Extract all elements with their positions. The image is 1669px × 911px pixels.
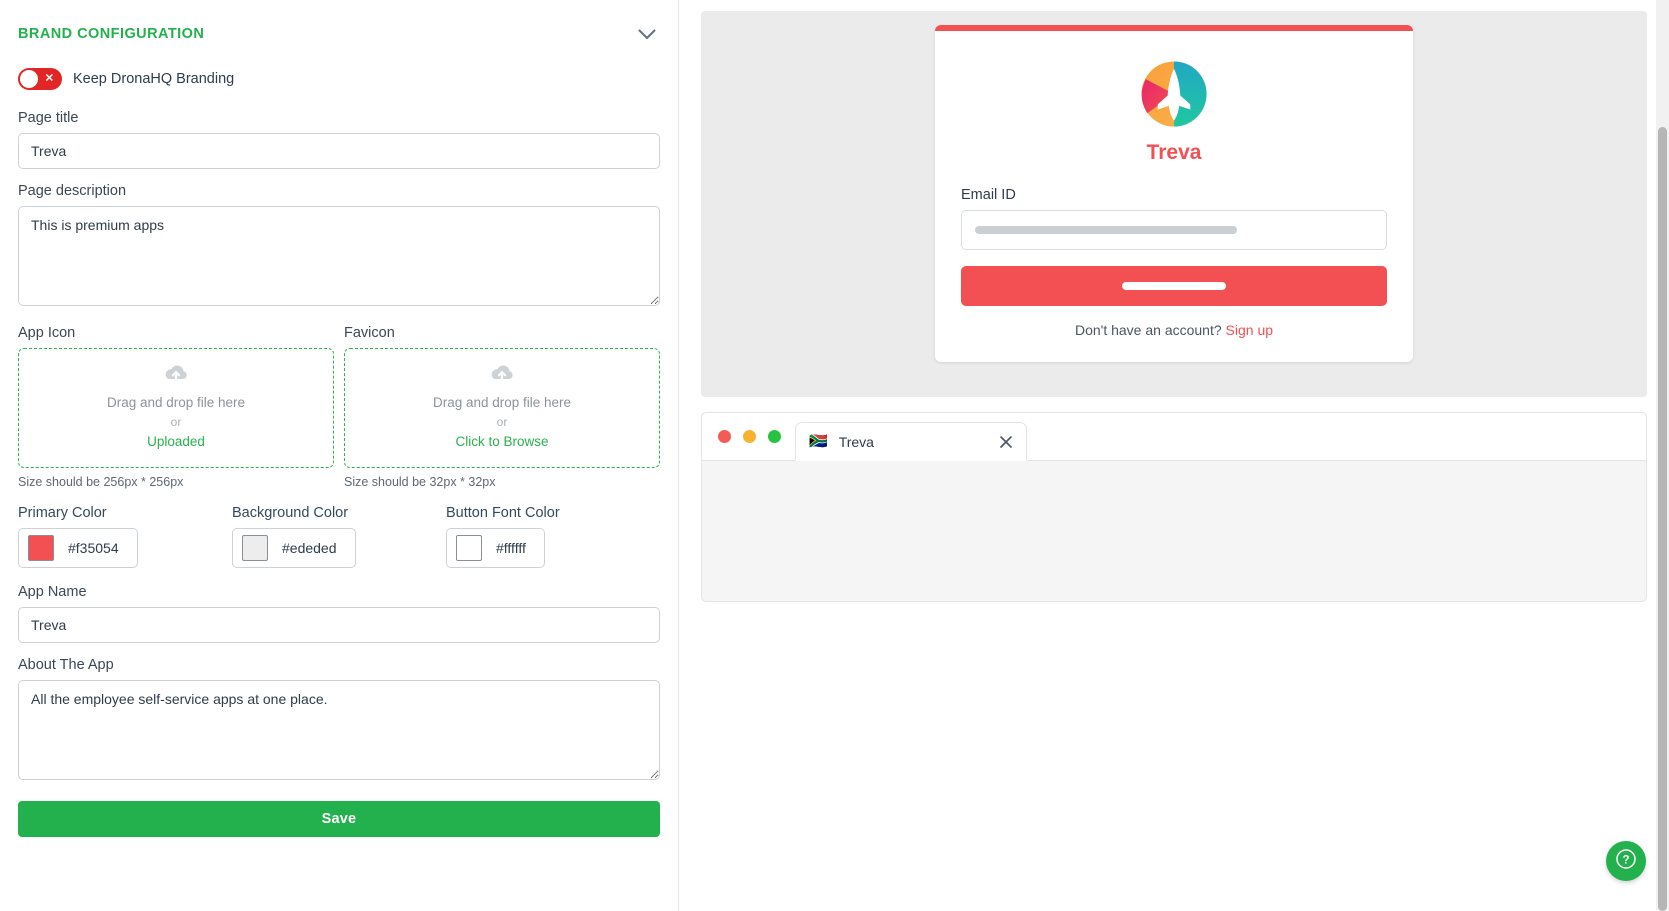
signup-prompt-text: Don't have an account?: [1074, 322, 1222, 338]
about-the-app-label: About The App: [18, 657, 114, 673]
login-card-preview: Treva Email ID Don't have an account? Si…: [935, 25, 1413, 362]
primary-color-swatch: [28, 535, 54, 561]
page-description-textarea[interactable]: [18, 206, 660, 306]
treva-airplane-logo-icon: [1137, 57, 1211, 131]
button-font-color-value: #ffffff: [496, 540, 526, 556]
color-pickers: Primary Color #f35054 Background Color #…: [18, 505, 660, 568]
brand-block: Treva: [961, 57, 1387, 165]
app-icon-dropzone[interactable]: Drag and drop file here or Uploaded: [18, 348, 334, 468]
app-icon-size-hint: Size should be 256px * 256px: [18, 475, 184, 489]
primary-color-picker[interactable]: #f35054: [18, 528, 138, 568]
app-icon-drop-text: Drag and drop file here: [106, 395, 246, 411]
page-description-field: Page description: [18, 183, 660, 311]
button-font-color-picker[interactable]: #ffffff: [446, 528, 545, 568]
button-font-color-swatch: [456, 535, 482, 561]
app-name-input[interactable]: [18, 607, 660, 643]
favicon-dropzone[interactable]: Drag and drop file here or Click to Brow…: [344, 348, 660, 468]
button-font-color-label: Button Font Color: [446, 505, 560, 521]
cloud-upload-icon: [163, 363, 189, 388]
app-icon-upload-group: App Icon Drag and drop file here or Uplo…: [18, 325, 334, 489]
favicon-icon: 🇿🇦: [809, 433, 828, 450]
scrollbar-thumb[interactable]: [1658, 127, 1667, 911]
browser-tab-preview: 🇿🇦 Treva: [701, 412, 1647, 602]
question-mark-icon: ?: [1615, 848, 1637, 875]
submit-label-skeleton: [1122, 282, 1226, 290]
favicon-drop-text: Drag and drop file here: [432, 395, 572, 411]
page-title-field: Page title: [18, 110, 660, 169]
app-name-label: App Name: [18, 584, 87, 600]
window-minimize-dot[interactable]: [743, 429, 756, 443]
primary-color-group: Primary Color #f35054: [18, 505, 232, 568]
primary-color-value: #f35054: [68, 540, 119, 556]
sign-up-link[interactable]: Sign up: [1226, 322, 1273, 338]
save-button[interactable]: Save: [18, 801, 660, 837]
chevron-down-icon: [638, 28, 656, 40]
app-icon-label: App Icon: [18, 325, 76, 341]
login-submit-button[interactable]: [961, 266, 1387, 306]
page-scrollbar[interactable]: [1656, 0, 1669, 911]
favicon-browse-action[interactable]: Click to Browse: [455, 431, 548, 453]
keep-dronahq-branding-toggle[interactable]: ✕: [18, 68, 62, 90]
background-color-picker[interactable]: #ededed: [232, 528, 356, 568]
brand-configuration-panel: BRAND CONFIGURATION ✕ Keep DronaHQ Brand…: [0, 0, 679, 911]
close-icon: ✕: [44, 72, 54, 85]
about-the-app-field: About The App: [18, 657, 660, 785]
keep-branding-label: Keep DronaHQ Branding: [73, 71, 235, 87]
browser-chrome: 🇿🇦 Treva: [702, 413, 1646, 461]
app-icon-upload-action[interactable]: Uploaded: [147, 431, 205, 453]
app-icon-or-text: or: [170, 415, 182, 430]
background-color-label: Background Color: [232, 505, 349, 521]
login-preview-stage: Treva Email ID Don't have an account? Si…: [701, 11, 1647, 397]
browser-tab[interactable]: 🇿🇦 Treva: [795, 422, 1027, 461]
svg-text:?: ?: [1622, 854, 1629, 866]
brand-name-preview: Treva: [1146, 141, 1202, 164]
button-font-color-group: Button Font Color #ffffff: [446, 505, 660, 568]
help-button[interactable]: ?: [1606, 841, 1646, 881]
primary-color-label: Primary Color: [18, 505, 107, 521]
background-color-value: #ededed: [282, 540, 337, 556]
traffic-lights: [718, 412, 781, 460]
favicon-upload-group: Favicon Drag and drop file here or Click…: [344, 325, 660, 489]
upload-areas: App Icon Drag and drop file here or Uplo…: [18, 325, 660, 489]
cloud-upload-icon: [489, 363, 515, 388]
preview-panel: Treva Email ID Don't have an account? Si…: [679, 0, 1669, 911]
close-icon[interactable]: [997, 433, 1015, 451]
window-maximize-dot[interactable]: [768, 429, 781, 443]
section-header: BRAND CONFIGURATION: [18, 0, 660, 62]
page-title-label: Page title: [18, 110, 79, 126]
page-title: BRAND CONFIGURATION: [18, 26, 205, 42]
treva-logo-svg: [1141, 61, 1207, 127]
browser-viewport: [702, 461, 1646, 601]
page-description-label: Page description: [18, 183, 127, 199]
page-title-input[interactable]: [18, 133, 660, 169]
favicon-or-text: or: [496, 415, 508, 430]
email-placeholder-skeleton: [975, 226, 1237, 234]
background-color-swatch: [242, 535, 268, 561]
favicon-size-hint: Size should be 32px * 32px: [344, 475, 496, 489]
app-name-field: App Name: [18, 584, 660, 643]
window-close-dot[interactable]: [718, 429, 731, 443]
toggle-knob: [20, 70, 38, 88]
signup-footer: Don't have an account? Sign up: [961, 322, 1387, 338]
favicon-label: Favicon: [344, 325, 395, 341]
email-id-label: Email ID: [961, 187, 1016, 203]
collapse-section-button[interactable]: [634, 21, 660, 47]
about-the-app-textarea[interactable]: [18, 680, 660, 780]
browser-tab-title: Treva: [838, 433, 874, 450]
email-id-input[interactable]: [961, 210, 1387, 250]
background-color-group: Background Color #ededed: [232, 505, 446, 568]
brand-configuration-page: BRAND CONFIGURATION ✕ Keep DronaHQ Brand…: [0, 0, 1669, 911]
keep-branding-row: ✕ Keep DronaHQ Branding: [18, 68, 660, 90]
